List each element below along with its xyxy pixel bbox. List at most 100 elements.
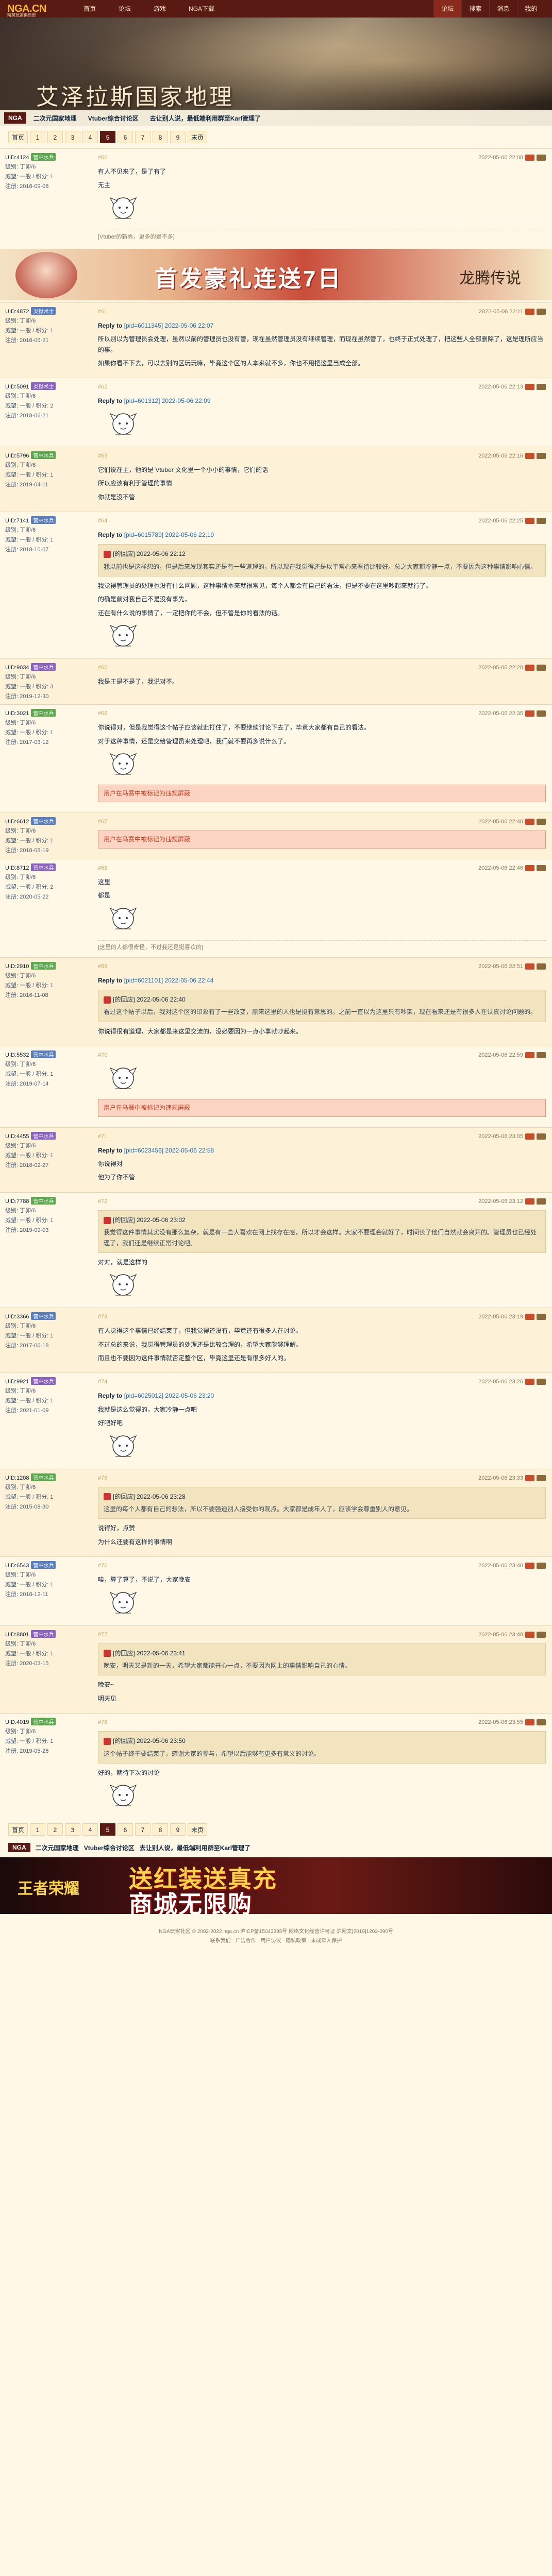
forum-tab-bottom-home[interactable]: NGA (8, 1843, 30, 1853)
page-link[interactable]: 1 (30, 1823, 45, 1836)
post-floor[interactable]: #69 (98, 963, 107, 970)
reply-button[interactable] (525, 710, 534, 717)
quote-button[interactable] (537, 963, 546, 970)
page-link[interactable]: 5 (100, 1823, 115, 1836)
post-floor[interactable]: #63 (98, 453, 107, 459)
forum-tab-bottom-acg[interactable]: 二次元国家地理 (36, 1843, 79, 1852)
inline-ad-banner[interactable]: 首发豪礼连送7日 龙腾传说 (0, 248, 552, 300)
nav-right-search[interactable]: 搜索 (461, 0, 489, 18)
author-uid[interactable]: UID:5091 (5, 384, 29, 390)
nav-right-forum[interactable]: 论坛 (433, 0, 461, 18)
post-floor[interactable]: #76 (98, 1563, 107, 1569)
reply-target-link[interactable]: [pid=601312] 2022-05-06 22:09 (124, 397, 211, 404)
author-uid[interactable]: UID:3021 (5, 710, 29, 717)
author-uid[interactable]: UID:4872 (5, 309, 29, 315)
forum-home-badge[interactable]: NGA (4, 112, 26, 124)
quote-button[interactable] (537, 865, 546, 871)
page-link[interactable]: 7 (135, 1823, 150, 1836)
post-floor[interactable]: #78 (98, 1719, 107, 1725)
quote-button[interactable] (537, 1563, 546, 1569)
quote-source[interactable]: [的回应] 2022-05-06 22:12 (113, 550, 186, 557)
page-link[interactable]: 9 (170, 131, 186, 143)
page-link[interactable]: 5 (100, 131, 115, 143)
page-link[interactable]: 首页 (8, 1823, 28, 1836)
author-uid[interactable]: UID:8712 (5, 865, 29, 871)
quote-button[interactable] (537, 1719, 546, 1726)
forum-tab-thread[interactable]: 去让别人说，最低端利用群至Karl管理了 (146, 114, 265, 123)
post-floor[interactable]: #74 (98, 1379, 107, 1385)
post-floor[interactable]: #72 (98, 1198, 107, 1205)
reply-button[interactable] (525, 1475, 534, 1481)
reply-button[interactable] (525, 517, 534, 524)
author-uid[interactable]: UID:7141 (5, 518, 29, 524)
forum-tab-acg[interactable]: 二次元国家地理 (29, 114, 81, 123)
reply-button[interactable] (525, 1314, 534, 1320)
post-floor[interactable]: #67 (98, 819, 107, 825)
quote-button[interactable] (537, 1631, 546, 1638)
post-floor[interactable]: #70 (98, 1052, 107, 1058)
reply-button[interactable] (525, 665, 534, 671)
author-uid[interactable]: UID:7788 (5, 1198, 29, 1205)
author-uid[interactable]: UID:8801 (5, 1632, 29, 1638)
page-link[interactable]: 首页 (8, 131, 28, 143)
quote-button[interactable] (537, 1198, 546, 1205)
page-link[interactable]: 8 (153, 1823, 168, 1836)
page-link[interactable]: 7 (135, 131, 150, 143)
nav-right-messages[interactable]: 消息 (489, 0, 517, 18)
post-floor[interactable]: #62 (98, 384, 107, 390)
page-link[interactable]: 1 (30, 131, 45, 143)
page-link[interactable]: 3 (65, 131, 80, 143)
quote-button[interactable] (537, 384, 546, 391)
author-uid[interactable]: UID:1208 (5, 1475, 29, 1481)
page-link[interactable]: 末页 (188, 131, 207, 143)
author-uid[interactable]: UID:4124 (5, 155, 29, 161)
reply-target-link[interactable]: [pid=6011345] 2022-05-06 22:07 (124, 322, 214, 329)
reply-button[interactable] (525, 1563, 534, 1569)
quote-source[interactable]: [的回应] 2022-05-06 23:02 (113, 1216, 186, 1224)
reply-button[interactable] (525, 1719, 534, 1726)
forum-tab-vtuber[interactable]: Vtuber综合讨论区 (84, 114, 143, 123)
reply-button[interactable] (525, 819, 534, 825)
post-floor[interactable]: #71 (98, 1133, 107, 1140)
reply-button[interactable] (525, 1133, 534, 1140)
quote-button[interactable] (537, 710, 546, 717)
quote-source[interactable]: [的回应] 2022-05-06 23:28 (113, 1493, 186, 1500)
post-floor[interactable]: #66 (98, 710, 107, 717)
forum-tab-bottom-thread[interactable]: 去让别人说，最低端利用群至Karl管理了 (140, 1843, 250, 1852)
quote-button[interactable] (537, 452, 546, 459)
page-link[interactable]: 2 (47, 131, 63, 143)
quote-button[interactable] (537, 819, 546, 825)
page-link[interactable]: 末页 (188, 1823, 207, 1836)
author-uid[interactable]: UID:3366 (5, 1314, 29, 1320)
reply-target-link[interactable]: [pid=6023456] 2022-05-06 22:58 (124, 1147, 214, 1154)
quote-source[interactable]: [的回应] 2022-05-06 23:41 (113, 1650, 186, 1657)
reply-button[interactable] (525, 308, 534, 315)
reply-button[interactable] (525, 155, 534, 161)
reply-target-link[interactable]: [pid=6021101] 2022-05-06 22:44 (124, 977, 214, 984)
quote-button[interactable] (537, 1052, 546, 1059)
quote-button[interactable] (537, 155, 546, 161)
reply-button[interactable] (525, 1379, 534, 1385)
reply-button[interactable] (525, 1052, 534, 1059)
nav-games[interactable]: 游戏 (142, 0, 177, 18)
quote-source[interactable]: [的回应] 2022-05-06 22:40 (113, 996, 186, 1003)
quote-button[interactable] (537, 1133, 546, 1140)
post-floor[interactable]: #73 (98, 1314, 107, 1320)
reply-target-link[interactable]: [pid=6025012] 2022-05-06 23:20 (124, 1392, 214, 1399)
reply-button[interactable] (525, 384, 534, 391)
author-uid[interactable]: UID:5796 (5, 453, 29, 459)
page-link[interactable]: 8 (153, 131, 168, 143)
reply-button[interactable] (525, 1198, 534, 1205)
quote-button[interactable] (537, 1475, 546, 1481)
post-floor[interactable]: #64 (98, 518, 107, 524)
page-link[interactable]: 3 (65, 1823, 80, 1836)
page-link[interactable]: 6 (118, 1823, 133, 1836)
post-floor[interactable]: #60 (98, 155, 107, 161)
reply-target-link[interactable]: [pid=6015789] 2022-05-06 22:19 (124, 531, 214, 538)
post-floor[interactable]: #75 (98, 1475, 107, 1481)
nav-right-me[interactable]: 我的 (517, 0, 545, 18)
quote-source[interactable]: [的回应] 2022-05-06 23:50 (113, 1737, 186, 1744)
author-uid[interactable]: UID:2910 (5, 963, 29, 970)
page-link[interactable]: 2 (47, 1823, 63, 1836)
nav-download[interactable]: NGA下载 (177, 0, 226, 18)
